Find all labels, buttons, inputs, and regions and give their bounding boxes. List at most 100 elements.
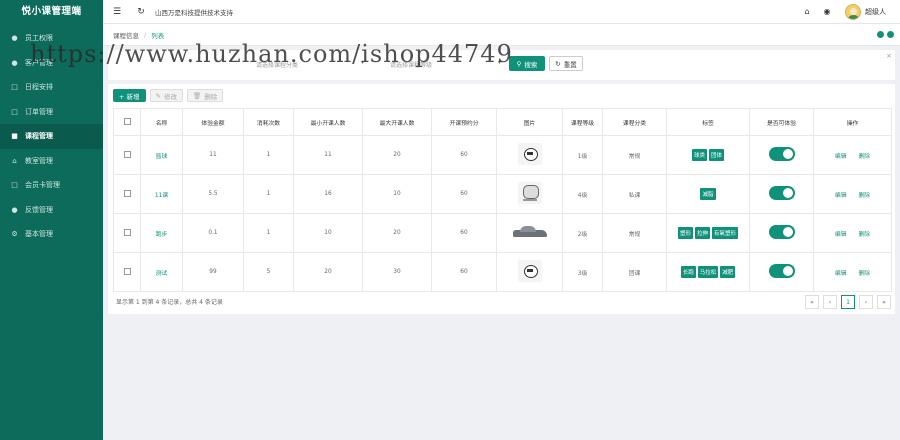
course-name[interactable]: 跑步 [140, 213, 183, 253]
user-icon: ● [11, 34, 18, 43]
col-header[interactable]: 最小开课人数 [293, 108, 363, 136]
course-name[interactable]: 测试 [140, 252, 183, 292]
refresh-icon[interactable]: ↻ [131, 0, 151, 24]
sidebar-item-label: 客户管理 [25, 58, 53, 67]
col-header[interactable]: 开课预约分 [431, 108, 497, 136]
settings-icon: ⚙ [11, 230, 18, 239]
delete-link[interactable]: 删除 [859, 154, 871, 160]
sidebar-item-label: 课程管理 [25, 132, 53, 141]
col-header[interactable]: 课程等级 [562, 108, 603, 136]
trial-price: 0.1 [182, 213, 244, 253]
course-level: 2级 [562, 213, 603, 253]
sidebar-item-feedback[interactable]: ● 反馈管理 [0, 198, 103, 223]
trial-toggle[interactable] [768, 225, 795, 239]
edit-link[interactable]: 编辑 [835, 271, 847, 277]
level-select[interactable]: 请选择课程等级 [390, 58, 432, 70]
sidebar-menu: ● 员工权限 ● 客户管理 □ 日程安排 □ 订单管理 ■ 课程管理 ⌂ 教室管理 □ 会员卡… [0, 26, 103, 247]
table-row[interactable]: 测试 99 5 20 30 60 3级 团课 长跑 马拉松 减肥 编辑 删除 [113, 252, 892, 292]
consume-times: 5 [243, 252, 294, 292]
dashboard-icon[interactable]: ◉ [817, 7, 837, 16]
table-row[interactable]: 跑步 0.1 1 10 20 60 2级 常规 塑形 拉伸 有氧塑形 编辑 删除 [113, 213, 892, 253]
sidebar-item-schedule[interactable]: □ 日程安排 [0, 75, 103, 100]
add-button[interactable]: + 新增 [113, 89, 146, 102]
chat-icon: ● [11, 205, 18, 214]
breadcrumb-parent[interactable]: 课程信息 [113, 30, 139, 40]
col-header[interactable]: 最大开课人数 [362, 108, 432, 136]
min-students: 10 [293, 213, 363, 253]
course-name[interactable]: 11课 [140, 174, 183, 214]
row-checkbox[interactable] [123, 267, 131, 275]
next-page-button[interactable]: › [859, 295, 873, 309]
sidebar-item-label: 订单管理 [25, 107, 53, 116]
delete-button[interactable]: 🗑 删除 [186, 89, 224, 102]
trial-price: 99 [182, 252, 244, 292]
trial-toggle[interactable] [768, 264, 795, 278]
sidebar-item-orders[interactable]: □ 订单管理 [0, 100, 103, 125]
prev-page-button[interactable]: ‹ [823, 295, 837, 309]
reset-button[interactable]: ↻ 重置 [549, 56, 583, 71]
user-name[interactable]: 超级人 [865, 7, 886, 17]
max-students: 20 [362, 135, 432, 175]
select-all-cell[interactable] [113, 108, 141, 136]
topbar-right: ⌂ ◉ 超级人 [797, 3, 900, 20]
sidebar-item-staff[interactable]: ● 员工权限 [0, 26, 103, 51]
trial-toggle-cell [749, 213, 814, 253]
edit-link[interactable]: 编辑 [835, 154, 847, 160]
consume-times: 1 [243, 213, 294, 253]
row-select-cell[interactable] [113, 213, 141, 253]
sidebar-item-membership[interactable]: □ 会员卡管理 [0, 173, 103, 198]
trial-toggle-cell [749, 135, 814, 175]
home-icon[interactable]: ⌂ [797, 7, 817, 16]
chevron-down-icon: ▾ [361, 59, 365, 66]
close-icon[interactable]: × [886, 52, 892, 60]
sidebar-item-customers[interactable]: ● 客户管理 [0, 51, 103, 76]
sidebar-item-basic[interactable]: ⚙ 基本管理 [0, 222, 103, 247]
prev-tab-icon[interactable] [877, 31, 884, 38]
search-icon: ⚲ [516, 59, 522, 68]
table-row[interactable]: 11课 5.5 1 16 10 60 4级 私课 减脂 编辑 删除 [113, 174, 892, 214]
search-button[interactable]: ⚲ 搜索 [509, 56, 545, 71]
tags-cell: 减脂 [666, 174, 750, 214]
trial-toggle[interactable] [768, 186, 795, 200]
sidebar-item-courses[interactable]: ■ 课程管理 [0, 124, 103, 149]
row-checkbox[interactable] [123, 228, 131, 236]
edit-button[interactable]: ✎ 修改 [149, 89, 183, 102]
page-number[interactable]: 1 [841, 295, 855, 309]
next-tab-icon[interactable] [887, 31, 894, 38]
row-select-cell[interactable] [113, 174, 141, 214]
course-image[interactable] [517, 182, 542, 204]
col-header[interactable]: 课程分类 [602, 108, 667, 136]
course-table: 名称 体验金额 消耗次数 最小开课人数 最大开课人数 开课预约分 图片 课程等级… [113, 108, 892, 292]
category-select[interactable]: 请选择课程分类 [256, 58, 298, 70]
edit-link[interactable]: 编辑 [835, 193, 847, 199]
trial-toggle[interactable] [768, 147, 795, 161]
course-name[interactable]: 篮球 [140, 135, 183, 175]
course-image[interactable] [517, 260, 542, 282]
tag: 团体 [709, 149, 725, 161]
col-header[interactable]: 是否可体验 [749, 108, 814, 136]
menu-toggle-icon[interactable]: ☰ [107, 0, 127, 24]
table-row[interactable]: 篮球 11 1 11 20 60 1级 常规 球类 团体 编辑 删除 [113, 135, 892, 175]
row-checkbox[interactable] [123, 150, 131, 158]
delete-link[interactable]: 删除 [859, 232, 871, 238]
sidebar-item-classrooms[interactable]: ⌂ 教室管理 [0, 149, 103, 174]
tag: 有氧塑形 [712, 227, 739, 239]
row-checkbox[interactable] [123, 189, 131, 197]
delete-link[interactable]: 删除 [859, 193, 871, 199]
col-header[interactable]: 名称 [140, 108, 183, 136]
col-header[interactable]: 体验金额 [182, 108, 244, 136]
last-page-button[interactable]: » [877, 295, 891, 309]
first-page-button[interactable]: « [805, 295, 819, 309]
avatar[interactable] [845, 3, 861, 20]
sidebar-item-label: 会员卡管理 [25, 181, 60, 190]
row-select-cell[interactable] [113, 252, 141, 292]
edit-link[interactable]: 编辑 [835, 232, 847, 238]
delete-link[interactable]: 删除 [859, 271, 871, 277]
sidebar-item-label: 员工权限 [25, 34, 53, 43]
consume-times: 1 [243, 135, 294, 175]
course-image[interactable] [510, 221, 549, 243]
course-image[interactable] [517, 143, 542, 165]
col-header[interactable]: 消耗次数 [243, 108, 294, 136]
select-all-checkbox[interactable] [123, 117, 131, 125]
row-select-cell[interactable] [113, 135, 141, 175]
